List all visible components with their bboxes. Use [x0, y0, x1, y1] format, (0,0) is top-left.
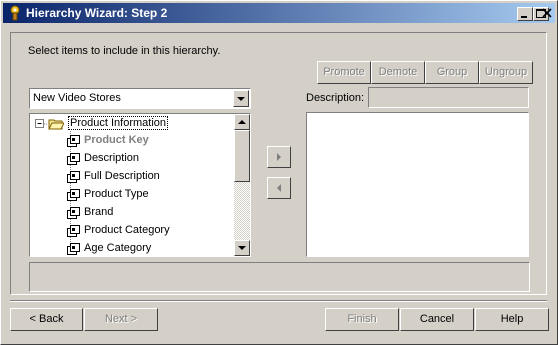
scroll-down-button[interactable]	[234, 240, 250, 256]
dropdown-button[interactable]	[233, 90, 249, 107]
wizard-icon	[10, 5, 20, 21]
minimize-button[interactable]	[517, 7, 533, 21]
description-field[interactable]	[368, 87, 529, 108]
instructions-text: Select items to include in this hierarch…	[28, 45, 221, 57]
close-icon	[542, 8, 552, 18]
finish-button[interactable]: Finish	[325, 308, 399, 331]
chevron-down-icon	[237, 97, 245, 101]
footer-divider	[10, 300, 547, 302]
help-button[interactable]: Help	[475, 308, 549, 331]
chevron-down-icon	[238, 246, 246, 250]
arrow-left-icon	[277, 184, 281, 192]
back-button-label: < Back	[29, 313, 64, 325]
folder-open-icon	[48, 119, 64, 130]
source-tree[interactable]: Product Information Product Key Descripti…	[29, 113, 251, 257]
demote-button[interactable]: Demote	[371, 61, 425, 84]
back-button[interactable]: < Back	[10, 308, 83, 331]
arrow-right-icon	[277, 153, 281, 161]
next-button[interactable]: Next >	[84, 308, 158, 331]
tree-item-label: Age Category	[84, 242, 152, 254]
remove-button[interactable]	[267, 177, 291, 199]
tree-lines	[42, 123, 77, 250]
cancel-button[interactable]: Cancel	[400, 308, 474, 331]
tree-item-label: Product Category	[84, 224, 170, 236]
attribute-icon	[67, 135, 80, 147]
tree-item-label: Description	[84, 152, 140, 164]
minus-icon	[37, 123, 42, 124]
description-label: Description:	[306, 92, 365, 104]
tree-item-label: Product Key	[84, 134, 149, 146]
minimize-icon	[521, 16, 527, 18]
attribute-icon	[67, 153, 80, 165]
tree-scrollbar[interactable]	[234, 114, 250, 256]
window-title: Hierarchy Wizard: Step 2	[26, 6, 168, 20]
tree-item-label: Brand	[84, 206, 114, 218]
attribute-icon	[67, 171, 80, 183]
title-bar[interactable]: Hierarchy Wizard: Step 2	[3, 3, 555, 23]
scroll-up-button[interactable]	[234, 114, 250, 130]
group-button[interactable]: Group	[425, 61, 479, 84]
scroll-thumb[interactable]	[234, 130, 250, 182]
status-area	[29, 262, 530, 292]
tree-root-label: Product Information	[68, 116, 168, 130]
promote-button[interactable]: Promote	[317, 61, 371, 84]
attribute-icon	[67, 207, 80, 219]
attribute-icon	[67, 225, 80, 237]
close-button[interactable]	[539, 7, 555, 21]
add-button[interactable]	[267, 146, 291, 168]
chevron-up-icon	[238, 120, 246, 124]
tree-item-label: Full Description	[84, 170, 160, 182]
source-select-value: New Video Stores	[33, 92, 121, 104]
ungroup-button[interactable]: Ungroup	[479, 61, 533, 84]
tree-collapse-toggle[interactable]	[35, 119, 44, 128]
attribute-icon	[67, 189, 80, 201]
source-select[interactable]: New Video Stores	[29, 88, 251, 109]
wizard-window: Hierarchy Wizard: Step 2 Select items to…	[0, 0, 558, 345]
attribute-icon	[67, 243, 80, 255]
hierarchy-list[interactable]	[306, 112, 529, 257]
tree-item-label: Product Type	[84, 188, 149, 200]
